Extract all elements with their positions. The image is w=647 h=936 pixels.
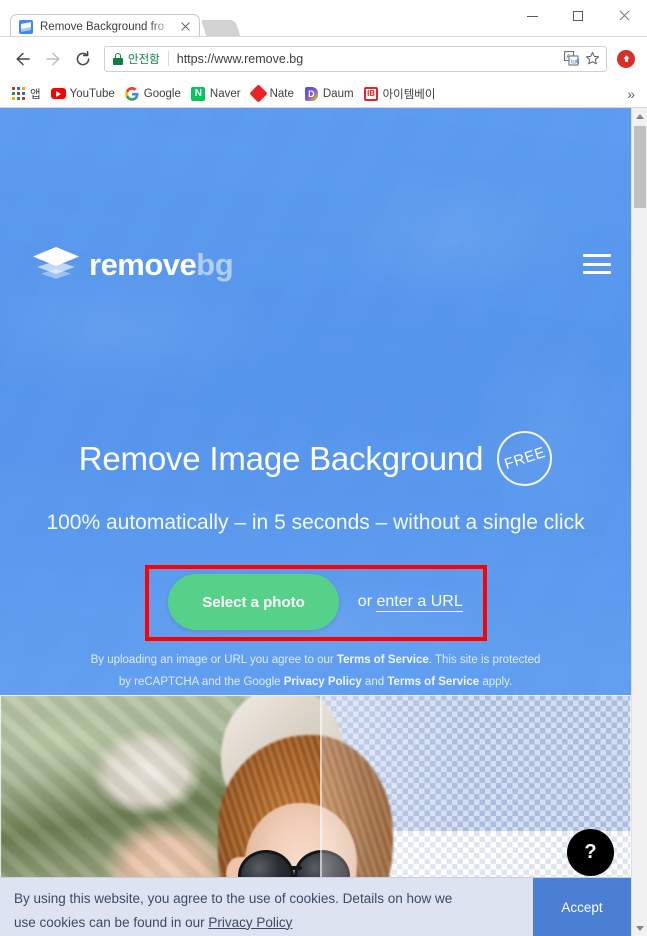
legal-line-2: by reCAPTCHA and the Google Privacy Poli… <box>0 671 631 693</box>
legal-text: apply. <box>479 676 513 689</box>
back-button[interactable] <box>8 44 38 74</box>
tab-title: Remove Background fro <box>40 20 165 33</box>
or-label: or <box>357 593 377 610</box>
stacked-layers-icon <box>33 245 79 283</box>
translate-icon[interactable]: A \u6587 <box>561 49 581 69</box>
youtube-icon <box>50 86 66 101</box>
star-icon[interactable] <box>582 49 602 69</box>
nate-icon <box>248 84 268 103</box>
hamburger-menu-icon[interactable] <box>583 254 611 274</box>
bookmark-itembay[interactable]: IB 아이템베이 <box>359 83 441 105</box>
extension-upload-icon <box>617 49 635 68</box>
removebg-page: removebg Remove Image Background FREE 10… <box>0 108 631 936</box>
bookmark-label: 아이템베이 <box>382 88 436 101</box>
extension-button[interactable] <box>613 46 639 72</box>
hero-subheadline: 100% automatically – in 5 seconds – with… <box>46 511 585 534</box>
bookmark-label: Daum <box>322 87 354 100</box>
cookie-text-span: use cookies can be found in our <box>14 914 209 930</box>
bookmark-google[interactable]: Google <box>120 83 186 105</box>
enter-url-text: or enter a URL <box>357 593 463 612</box>
removebg-favicon <box>19 19 33 34</box>
logo-word-remove: remove <box>89 246 197 282</box>
itembay-icon: IB <box>364 86 379 101</box>
maximize-icon <box>573 11 583 21</box>
page-scrollbar[interactable] <box>631 108 647 936</box>
reload-button[interactable] <box>68 44 98 74</box>
omnibox-divider <box>167 51 169 66</box>
legal-line-1: By uploading an image or URL you agree t… <box>0 649 631 671</box>
hero-headline-row: Remove Image Background FREE <box>0 431 631 486</box>
svg-text:\u6587: \u6587 <box>570 58 578 65</box>
legal-text: and <box>361 676 388 689</box>
naver-icon: N <box>191 86 206 101</box>
forward-arrow-icon <box>46 52 60 65</box>
cookie-line-2: use cookies can be found in our Privacy … <box>14 911 519 935</box>
bookmark-label: 앱 <box>30 88 41 101</box>
logo-word-bg: bg <box>196 246 234 282</box>
lock-icon <box>113 52 123 65</box>
reload-icon <box>76 50 90 65</box>
daum-icon: D <box>304 86 319 101</box>
site-logo[interactable]: removebg <box>33 245 234 283</box>
terms-of-service-link[interactable]: Terms of Service <box>337 654 429 666</box>
cookie-message: By using this website, you agree to the … <box>0 878 533 936</box>
bookmark-daum[interactable]: D Daum <box>299 83 359 105</box>
select-a-photo-button[interactable]: Select a photo <box>168 574 339 630</box>
bookmarks-overflow-button[interactable]: » <box>621 86 641 102</box>
bookmark-label: Nate <box>269 87 294 100</box>
hero-section: removebg Remove Image Background FREE 10… <box>0 108 631 695</box>
maximize-button[interactable] <box>555 0 601 32</box>
scroll-down-arrow-icon[interactable] <box>632 920 647 936</box>
close-icon <box>618 10 630 22</box>
apps-grid-icon <box>11 86 26 101</box>
bookmark-label: YouTube <box>69 87 115 100</box>
cookie-consent-banner: By using this website, you agree to the … <box>0 877 631 936</box>
legal-disclaimer: By uploading an image or URL you agree t… <box>0 649 631 694</box>
terms-of-service-link-2[interactable]: Terms of Service <box>387 676 479 688</box>
accept-cookies-button[interactable]: Accept <box>533 878 631 936</box>
legal-text: by reCAPTCHA and the Google <box>118 676 284 689</box>
bookmark-label: Naver <box>209 87 241 100</box>
bookmark-label: Google <box>143 87 181 100</box>
back-arrow-icon <box>16 52 30 65</box>
bookmark-naver[interactable]: N Naver <box>186 83 246 105</box>
help-button[interactable]: ? <box>567 829 614 876</box>
close-window-button[interactable] <box>601 0 647 32</box>
cta-row: Select a photo or enter a URL <box>0 574 631 630</box>
close-tab-icon[interactable] <box>178 19 193 34</box>
privacy-policy-link[interactable]: Privacy Policy <box>284 676 362 688</box>
cookie-line-1: By using this website, you agree to the … <box>14 891 453 906</box>
bookmark-youtube[interactable]: YouTube <box>46 83 120 105</box>
address-bar[interactable]: 안전함 https://www.remove.bg A \u6587 <box>104 45 607 72</box>
minimize-icon <box>526 15 538 17</box>
minimize-button[interactable] <box>509 0 555 32</box>
bookmark-apps[interactable]: 앱 <box>6 83 46 105</box>
url-text[interactable]: https://www.remove.bg <box>177 52 560 66</box>
browser-toolbar: 안전함 https://www.remove.bg A \u6587 <box>0 36 647 80</box>
scrollbar-thumb[interactable] <box>634 126 646 208</box>
forward-button[interactable] <box>38 44 68 74</box>
window-controls <box>509 0 647 36</box>
scroll-up-arrow-icon[interactable] <box>632 108 647 124</box>
chrome-browser-window: Remove Background fro 안전함 https://www.re… <box>0 0 647 936</box>
bookmarks-bar: 앱 YouTube Google N Naver Nate D Daum IB … <box>0 80 647 108</box>
browser-title-bar: Remove Background fro <box>0 0 647 38</box>
page-viewport: removebg Remove Image Background FREE 10… <box>0 108 647 936</box>
enter-a-url-link[interactable]: enter a URL <box>376 593 463 612</box>
security-status-label: 안전함 <box>128 53 160 66</box>
browser-tab[interactable]: Remove Background fro <box>10 14 200 38</box>
legal-text: . This site is protected <box>428 654 541 666</box>
free-badge: FREE <box>497 431 553 486</box>
google-icon <box>125 86 140 101</box>
legal-text: By uploading an image or URL you agree t… <box>90 654 337 666</box>
page-title: Remove Image Background <box>78 439 484 477</box>
bookmark-nate[interactable]: Nate <box>246 83 299 105</box>
cookie-privacy-policy-link[interactable]: Privacy Policy <box>208 915 292 930</box>
free-badge-label: FREE <box>502 443 548 474</box>
